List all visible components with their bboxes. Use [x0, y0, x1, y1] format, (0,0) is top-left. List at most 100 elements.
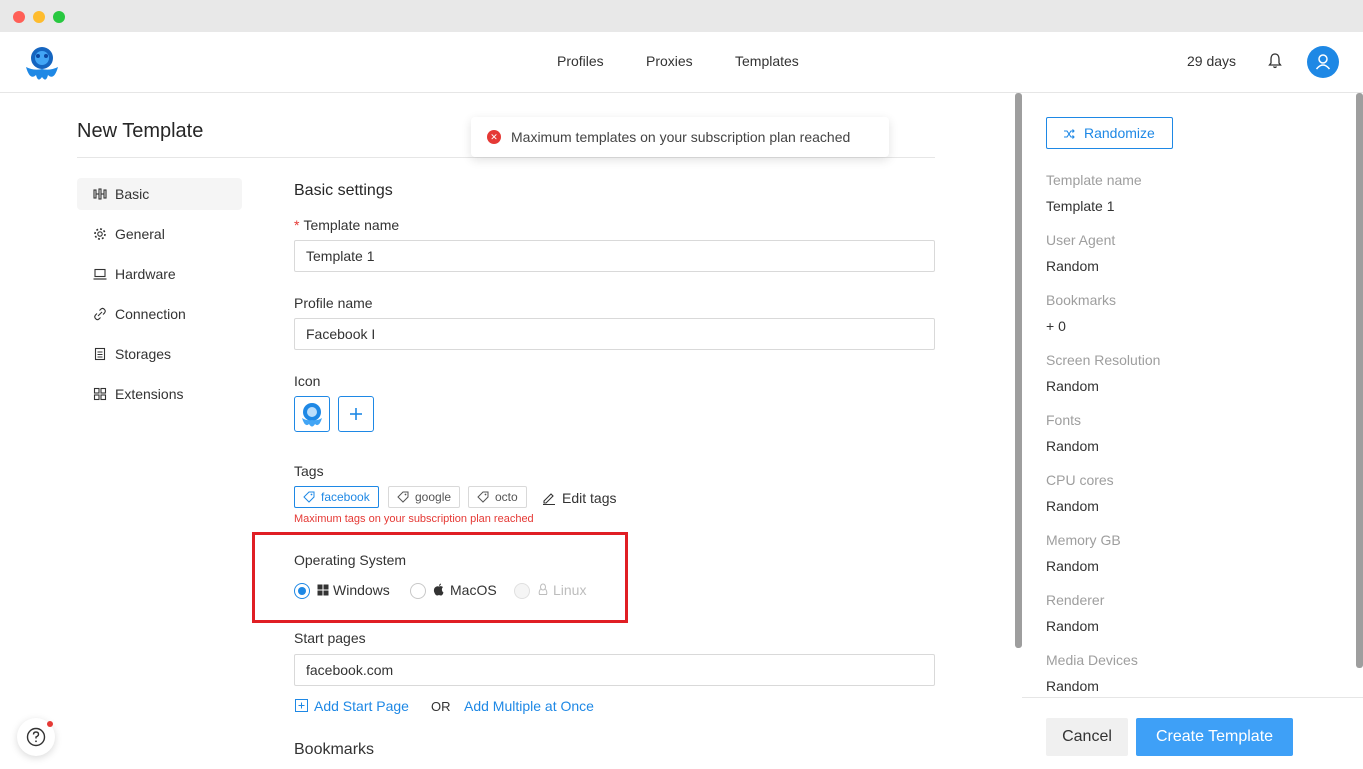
- profile-name-input[interactable]: [294, 318, 935, 350]
- add-start-page-button[interactable]: Add Start Page: [295, 698, 409, 714]
- menu-item-storages[interactable]: Storages: [77, 338, 242, 370]
- sliders-icon: [93, 188, 107, 200]
- summary-scrollbar[interactable]: [1356, 93, 1363, 668]
- summary-label: Fonts: [1046, 412, 1082, 428]
- tags-label: Tags: [294, 463, 324, 479]
- summary-label: Screen Resolution: [1046, 352, 1161, 368]
- nav-profiles[interactable]: Profiles: [557, 53, 604, 69]
- tag-label: facebook: [321, 490, 370, 504]
- menu-item-extensions[interactable]: Extensions: [77, 378, 242, 410]
- form-scrollbar[interactable]: [1015, 93, 1022, 648]
- error-icon: ✕: [487, 130, 501, 144]
- window-titlebar: [0, 0, 1363, 32]
- randomize-button[interactable]: Randomize: [1046, 117, 1173, 149]
- nav-proxies[interactable]: Proxies: [646, 53, 693, 69]
- os-linux-radio[interactable]: [514, 583, 530, 599]
- close-window-button[interactable]: [13, 11, 25, 23]
- edit-tags-button[interactable]: Edit tags: [542, 490, 616, 506]
- menu-label: Connection: [115, 306, 186, 322]
- os-option-label: Windows: [333, 582, 390, 598]
- menu-label: Storages: [115, 346, 172, 362]
- menu-label: Extensions: [115, 386, 184, 402]
- bell-icon[interactable]: [1266, 52, 1284, 70]
- page-title: New Template: [77, 120, 204, 142]
- os-linux-label[interactable]: Linux: [537, 582, 586, 598]
- os-macos-radio[interactable]: [410, 583, 426, 599]
- template-name-input[interactable]: [294, 240, 935, 272]
- tag-label: octo: [495, 490, 518, 504]
- profile-name-label: Profile name: [294, 295, 373, 311]
- add-multiple-button[interactable]: Add Multiple at Once: [464, 698, 594, 714]
- summary-label: Bookmarks: [1046, 292, 1117, 308]
- summary-value: Random: [1046, 678, 1099, 694]
- add-icon-button[interactable]: [338, 396, 374, 432]
- tag-icon: [477, 491, 489, 503]
- os-option-label: Linux: [553, 582, 587, 598]
- shuffle-icon: [1064, 129, 1075, 139]
- summary-value: Random: [1046, 378, 1099, 394]
- randomize-label: Randomize: [1084, 125, 1155, 141]
- template-name-label: * Template name: [294, 217, 399, 233]
- os-windows-label[interactable]: Windows: [317, 582, 390, 598]
- tag-label: google: [415, 490, 452, 504]
- link-icon: [94, 307, 106, 321]
- database-icon: [94, 347, 106, 361]
- start-pages-label: Start pages: [294, 630, 366, 646]
- tag-icon: [397, 491, 409, 503]
- tag-facebook[interactable]: facebook: [294, 486, 379, 508]
- add-start-page-label: Add Start Page: [314, 698, 409, 714]
- summary-value: Random: [1046, 438, 1099, 454]
- tag-icon: [303, 491, 315, 503]
- minimize-window-button[interactable]: [33, 11, 45, 23]
- linux-icon: [538, 583, 548, 595]
- or-separator: OR: [431, 699, 451, 714]
- summary-value: + 0: [1046, 318, 1066, 334]
- summary-label: User Agent: [1046, 232, 1116, 248]
- menu-label: General: [115, 226, 165, 242]
- notification-dot: [47, 721, 53, 727]
- subscription-days-left: 29 days: [1187, 53, 1237, 69]
- summary-label: Template name: [1046, 172, 1142, 188]
- tag-octo[interactable]: octo: [468, 486, 527, 508]
- nav-templates[interactable]: Templates: [735, 53, 799, 69]
- create-template-button[interactable]: Create Template: [1136, 718, 1293, 756]
- tags-error-message: Maximum tags on your subscription plan r…: [294, 513, 534, 525]
- icon-label: Icon: [294, 373, 321, 389]
- edit-icon: [543, 493, 555, 505]
- section-title: Basic settings: [294, 182, 393, 199]
- operating-system-label: Operating System: [294, 552, 407, 568]
- bookmarks-section-title: Bookmarks: [294, 741, 375, 758]
- title-divider: [77, 157, 935, 158]
- top-navigation: Profiles Proxies Templates 29 days: [0, 32, 1363, 93]
- windows-icon: [317, 584, 329, 596]
- summary-value: Random: [1046, 258, 1099, 274]
- menu-item-general[interactable]: General: [77, 218, 242, 250]
- octopus-logo[interactable]: [20, 41, 64, 85]
- menu-item-hardware[interactable]: Hardware: [77, 258, 242, 290]
- apple-icon: [433, 583, 444, 596]
- os-windows-radio[interactable]: [294, 583, 310, 599]
- menu-label: Basic: [115, 186, 150, 202]
- summary-value: Random: [1046, 618, 1099, 634]
- grid-icon: [93, 387, 107, 401]
- start-page-input[interactable]: [294, 654, 935, 686]
- summary-value: Random: [1046, 498, 1099, 514]
- selected-profile-icon[interactable]: [294, 396, 330, 432]
- summary-label: CPU cores: [1046, 472, 1114, 488]
- user-avatar[interactable]: [1307, 46, 1339, 78]
- template-name-label-text: Template name: [303, 217, 400, 233]
- highlight-box: [252, 532, 628, 623]
- cancel-button[interactable]: Cancel: [1046, 718, 1128, 756]
- summary-label: Renderer: [1046, 592, 1105, 608]
- required-mark: *: [294, 217, 300, 233]
- maximize-window-button[interactable]: [53, 11, 65, 23]
- tag-google[interactable]: google: [388, 486, 461, 508]
- menu-item-connection[interactable]: Connection: [77, 298, 242, 330]
- edit-tags-label: Edit tags: [562, 490, 617, 506]
- plus-icon: [350, 408, 362, 420]
- gear-icon: [94, 228, 106, 240]
- menu-item-basic[interactable]: Basic: [77, 178, 242, 210]
- octopus-icon: [302, 403, 322, 427]
- os-option-label: MacOS: [450, 582, 497, 598]
- os-macos-label[interactable]: MacOS: [433, 582, 497, 598]
